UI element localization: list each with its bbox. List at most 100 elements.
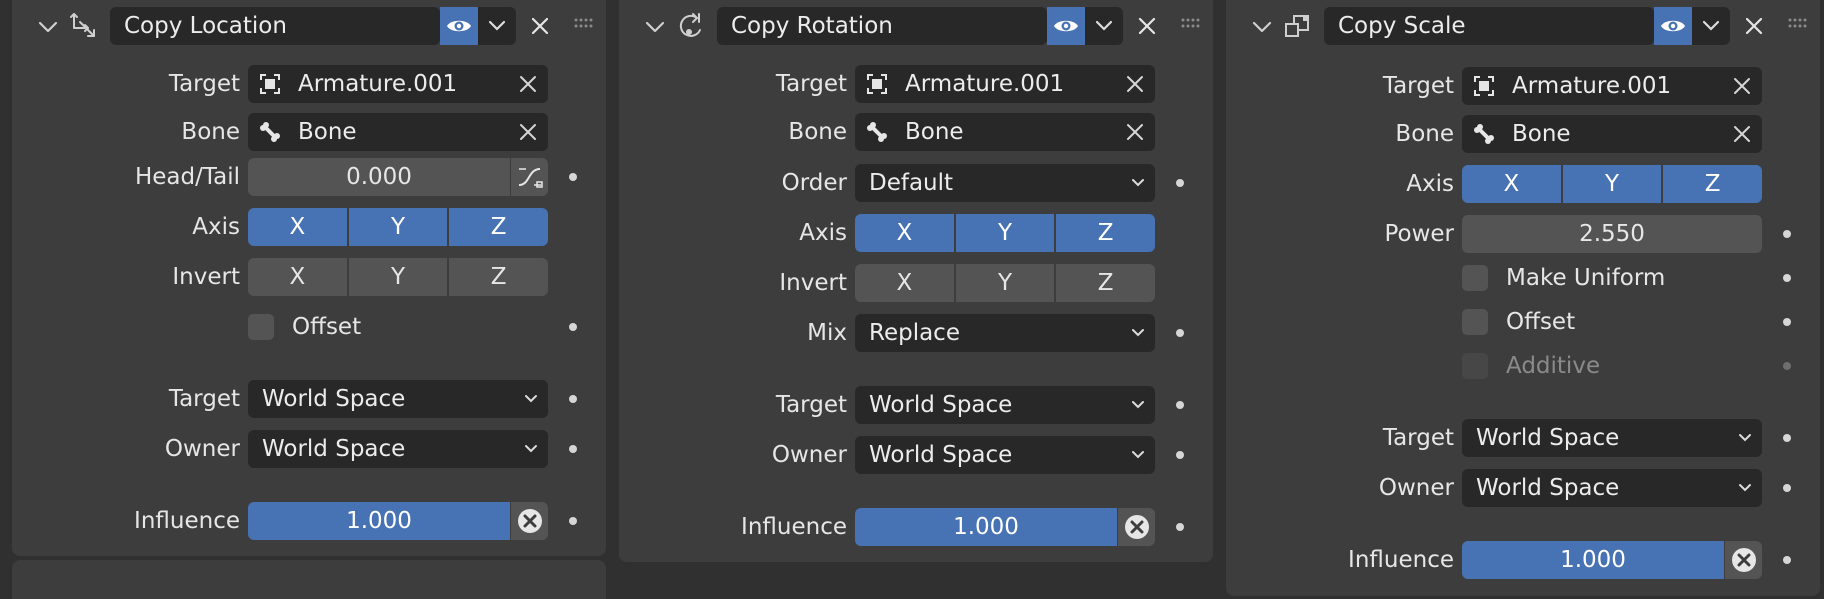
- offset-row: Offset: [12, 308, 606, 346]
- drag-handle-icon[interactable]: [1786, 14, 1812, 34]
- axis-x-toggle[interactable]: X: [248, 208, 347, 246]
- keyframe-dot[interactable]: [1783, 556, 1791, 564]
- influence-slider[interactable]: 1.000: [248, 502, 510, 540]
- invert-y-toggle[interactable]: Y: [348, 258, 448, 296]
- keyframe-dot[interactable]: [569, 323, 577, 331]
- use-bbone-shape-button[interactable]: [510, 158, 548, 196]
- disable-keep-transform-button[interactable]: [510, 502, 548, 540]
- clear-target-icon[interactable]: [1125, 74, 1145, 94]
- bone-field[interactable]: Bone: [855, 113, 1155, 151]
- keyframe-dot[interactable]: [569, 395, 577, 403]
- keyframe-dot[interactable]: [1176, 401, 1184, 409]
- influence-slider[interactable]: 1.000: [1462, 541, 1724, 579]
- chevron-down-icon: [525, 445, 537, 453]
- constraint-name-field[interactable]: Copy Rotation: [717, 7, 1047, 45]
- clear-bone-icon[interactable]: [1732, 124, 1752, 144]
- disable-keep-transform-button[interactable]: [1117, 508, 1155, 546]
- cancel-circle-icon: [517, 509, 542, 533]
- invert-x-toggle[interactable]: X: [855, 264, 954, 302]
- invert-y-toggle[interactable]: Y: [955, 264, 1055, 302]
- invert-z-toggle[interactable]: Z: [449, 258, 549, 296]
- collapse-chevron-icon[interactable]: [1250, 15, 1274, 39]
- target-value: Armature.001: [905, 71, 1065, 97]
- keyframe-dot[interactable]: [1176, 523, 1184, 531]
- constraint-name-field[interactable]: Copy Location: [110, 7, 440, 45]
- keyframe-dot[interactable]: [1783, 362, 1791, 370]
- axis-z-toggle[interactable]: Z: [1663, 165, 1763, 203]
- visibility-toggle-button[interactable]: [1654, 7, 1692, 45]
- collapse-chevron-icon[interactable]: [36, 15, 60, 39]
- target-field[interactable]: Armature.001: [1462, 67, 1762, 105]
- keyframe-dot[interactable]: [1783, 318, 1791, 326]
- keyframe-dot[interactable]: [1176, 451, 1184, 459]
- keyframe-dot[interactable]: [1783, 230, 1791, 238]
- axis-z-toggle[interactable]: Z: [449, 208, 549, 246]
- drag-handle-icon[interactable]: [572, 14, 598, 34]
- keyframe-dot[interactable]: [1783, 434, 1791, 442]
- invert-z-toggle[interactable]: Z: [1056, 264, 1156, 302]
- clear-target-icon[interactable]: [518, 74, 538, 94]
- drag-handle-icon[interactable]: [1179, 14, 1205, 34]
- keyframe-dot[interactable]: [569, 173, 577, 181]
- head-tail-field[interactable]: 0.000: [248, 158, 510, 196]
- delete-constraint-button[interactable]: [1133, 12, 1161, 40]
- keyframe-dot[interactable]: [1783, 274, 1791, 282]
- axis-y-toggle[interactable]: Y: [955, 214, 1055, 252]
- collapse-chevron-icon[interactable]: [643, 15, 667, 39]
- invert-x-toggle[interactable]: X: [248, 258, 347, 296]
- target-field[interactable]: Armature.001: [248, 65, 548, 103]
- power-field[interactable]: 2.550: [1462, 215, 1762, 253]
- bone-row: Bone Bone: [12, 113, 606, 151]
- clear-target-icon[interactable]: [1732, 76, 1752, 96]
- visibility-toggle-button[interactable]: [1047, 7, 1085, 45]
- chevron-down-icon: [1739, 434, 1751, 442]
- constraint-menu-button[interactable]: [1692, 7, 1730, 45]
- power-row: Power 2.550: [1226, 215, 1820, 253]
- offset-checkbox[interactable]: [1462, 309, 1488, 335]
- delete-constraint-button[interactable]: [1740, 12, 1768, 40]
- disable-keep-transform-button[interactable]: [1724, 541, 1762, 579]
- axis-y-toggle[interactable]: Y: [348, 208, 448, 246]
- offset-checkbox[interactable]: [248, 314, 274, 340]
- additive-checkbox[interactable]: [1462, 353, 1488, 379]
- panel-header: Copy Scale: [1226, 0, 1820, 52]
- chevron-down-icon: [1132, 401, 1144, 409]
- target-field[interactable]: Armature.001: [855, 65, 1155, 103]
- constraint-menu-button[interactable]: [1085, 7, 1123, 45]
- bone-field[interactable]: Bone: [248, 113, 548, 151]
- mix-dropdown[interactable]: Replace: [855, 314, 1155, 352]
- close-icon: [1138, 17, 1156, 35]
- visibility-toggle-button[interactable]: [440, 7, 478, 45]
- keyframe-dot[interactable]: [569, 445, 577, 453]
- clear-bone-icon[interactable]: [1125, 122, 1145, 142]
- constraint-menu-button[interactable]: [478, 7, 516, 45]
- owner-space-dropdown[interactable]: World Space: [248, 430, 548, 468]
- target-space-dropdown[interactable]: World Space: [1462, 419, 1762, 457]
- delete-constraint-button[interactable]: [526, 12, 554, 40]
- axis-row: Axis X Y Z: [1226, 165, 1820, 203]
- object-icon: [258, 72, 282, 96]
- eye-icon: [1661, 20, 1685, 32]
- order-dropdown[interactable]: Default: [855, 164, 1155, 202]
- axis-z-toggle[interactable]: Z: [1056, 214, 1156, 252]
- owner-space-dropdown[interactable]: World Space: [1462, 469, 1762, 507]
- clear-bone-icon[interactable]: [518, 122, 538, 142]
- bone-label: Bone: [788, 119, 847, 145]
- axis-toggle-group: X Y Z: [248, 208, 549, 246]
- make-uniform-checkbox[interactable]: [1462, 265, 1488, 291]
- axis-y-toggle[interactable]: Y: [1562, 165, 1662, 203]
- keyframe-dot[interactable]: [1783, 484, 1791, 492]
- influence-slider[interactable]: 1.000: [855, 508, 1117, 546]
- keyframe-dot[interactable]: [1176, 179, 1184, 187]
- close-icon: [531, 17, 549, 35]
- owner-space-dropdown[interactable]: World Space: [855, 436, 1155, 474]
- target-space-dropdown[interactable]: World Space: [248, 380, 548, 418]
- keyframe-dot[interactable]: [569, 517, 577, 525]
- axis-x-toggle[interactable]: X: [1462, 165, 1561, 203]
- constraint-name-field[interactable]: Copy Scale: [1324, 7, 1654, 45]
- mix-value: Replace: [869, 320, 960, 346]
- target-space-dropdown[interactable]: World Space: [855, 386, 1155, 424]
- axis-x-toggle[interactable]: X: [855, 214, 954, 252]
- bone-field[interactable]: Bone: [1462, 115, 1762, 153]
- keyframe-dot[interactable]: [1176, 329, 1184, 337]
